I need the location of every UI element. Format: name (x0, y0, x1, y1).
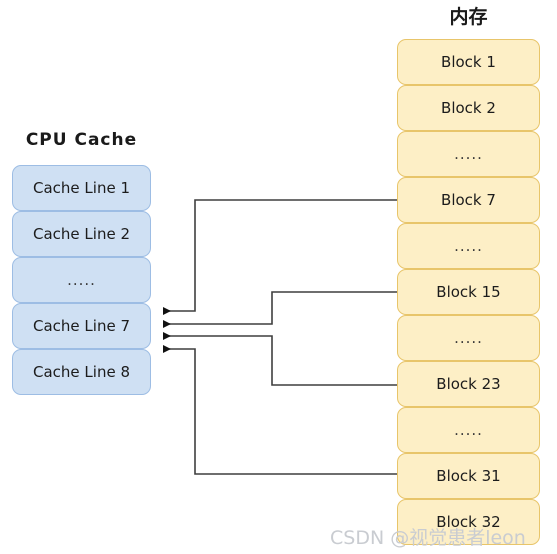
memory-block[interactable]: Block 2 (397, 85, 540, 131)
memory-ellipsis-block[interactable]: ..... (397, 131, 540, 177)
cache-line-label: ..... (67, 271, 96, 289)
connector-arrow (163, 345, 397, 475)
memory-ellipsis-block[interactable]: ..... (397, 223, 540, 269)
memory-block[interactable]: Block 31 (397, 453, 540, 499)
memory-block[interactable]: Block 7 (397, 177, 540, 223)
memory-block-label: Block 31 (436, 467, 501, 485)
memory-block-label: ..... (454, 237, 483, 255)
memory-block[interactable]: Block 23 (397, 361, 540, 407)
memory-ellipsis-block[interactable]: ..... (397, 407, 540, 453)
cache-line-block[interactable]: Cache Line 2 (12, 211, 151, 257)
cache-line-block[interactable]: Cache Line 7 (12, 303, 151, 349)
memory-block[interactable]: Block 1 (397, 39, 540, 85)
connector-arrow (163, 291, 397, 328)
cache-line-label: Cache Line 8 (33, 363, 130, 381)
memory-block-label: ..... (454, 145, 483, 163)
csdn-watermark: CSDN @视觉患者leon (330, 527, 526, 549)
memory-block-label: Block 1 (441, 53, 496, 71)
cache-line-label: Cache Line 7 (33, 317, 130, 335)
cache-line-block[interactable]: Cache Line 8 (12, 349, 151, 395)
memory-block-label: Block 7 (441, 191, 496, 209)
memory-block-label: Block 15 (436, 283, 501, 301)
cache-line-label: Cache Line 1 (33, 179, 130, 197)
connector-arrow (163, 199, 397, 315)
memory-block-label: ..... (454, 329, 483, 347)
memory-block-label: ..... (454, 421, 483, 439)
memory-ellipsis-block[interactable]: ..... (397, 315, 540, 361)
diagram-canvas: CPU Cache 内存 Cache Line 1 Cache Line 2 .… (0, 0, 557, 554)
cache-line-label: Cache Line 2 (33, 225, 130, 243)
connector-arrow (163, 332, 397, 386)
cache-line-block[interactable]: Cache Line 1 (12, 165, 151, 211)
memory-block-label: Block 23 (436, 375, 501, 393)
memory-block-label: Block 2 (441, 99, 496, 117)
cpu-cache-title: CPU Cache (25, 130, 138, 150)
cache-line-ellipsis-block[interactable]: ..... (12, 257, 151, 303)
memory-title: 内存 (449, 6, 488, 28)
memory-block[interactable]: Block 15 (397, 269, 540, 315)
